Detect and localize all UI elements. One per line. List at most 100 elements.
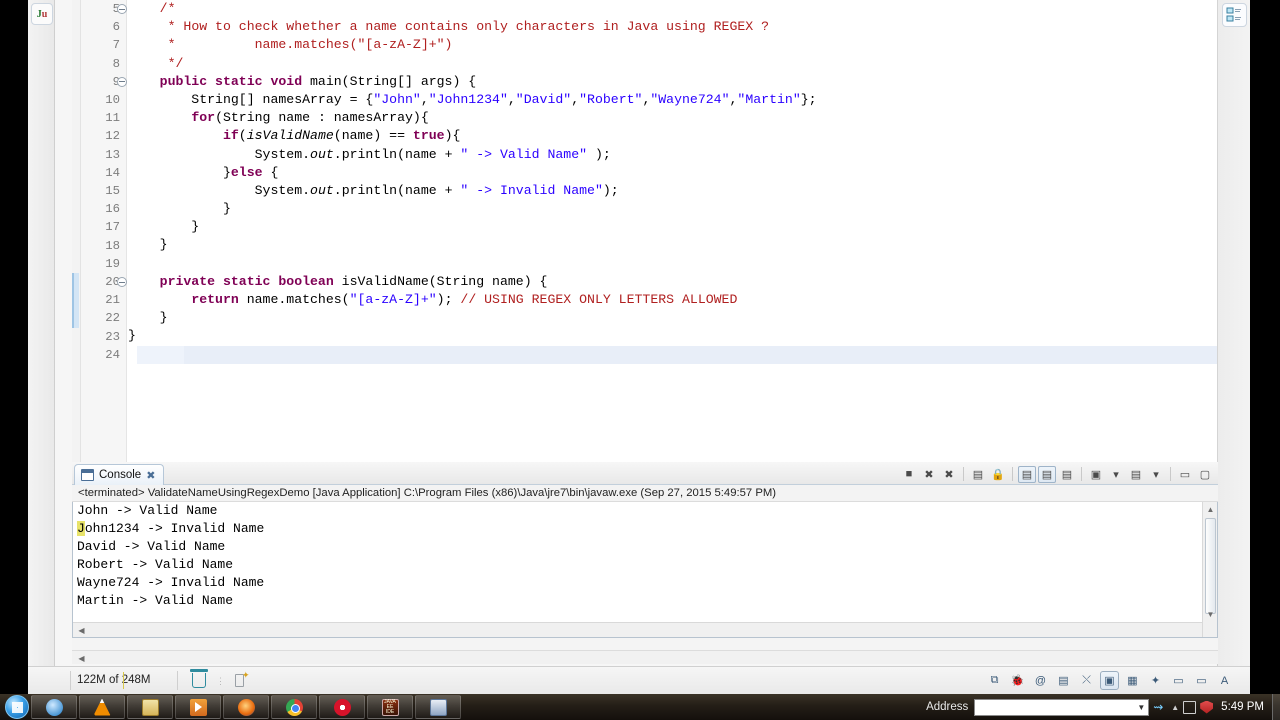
console-vertical-scrollbar[interactable]: ▲ ▼ [1202, 502, 1217, 637]
console-caret-highlight: J [77, 521, 85, 536]
tab-console[interactable]: Console ✖ [74, 464, 165, 485]
line-number: 18 [105, 238, 120, 253]
run-garbage-collector-button[interactable] [190, 669, 208, 688]
open-console-dropdown[interactable]: ▾ [1147, 466, 1165, 483]
console-view: Console ✖ ■ ✖ ✖ ▤ 🔒 ▤ ▤ ▤ ▣ ▾ ▤ ▾ ▭ ▢ <terminated> Va… [72, 462, 1218, 658]
database-perspective-icon[interactable]: ▭ [1192, 671, 1211, 690]
taskbar-java-ee-ide[interactable]: JAVA EE IDE [367, 695, 413, 719]
taskbar-chrome[interactable] [271, 695, 317, 719]
taskbar-notepad[interactable] [127, 695, 173, 719]
code-token: ); [602, 182, 619, 198]
code-token: ){ [444, 128, 461, 144]
minimize-view-button[interactable]: ▭ [1176, 466, 1194, 483]
debug-bug-icon[interactable]: ✦ [1146, 671, 1165, 690]
show-hidden-icons-icon[interactable]: ▲ [1171, 703, 1179, 712]
outline-view-icon[interactable] [1222, 3, 1247, 27]
taskbar-media-player[interactable] [175, 695, 221, 719]
editor-code-area[interactable]: /* * How to check whether a name contain… [128, 0, 1217, 462]
clear-console-button[interactable]: ▤ [969, 466, 987, 483]
taskbar-eclipse[interactable] [415, 695, 461, 719]
change-marker-bar [72, 273, 79, 328]
start-orb[interactable] [5, 695, 29, 719]
line-number: 15 [105, 184, 120, 198]
debug-perspective-icon[interactable]: 🐞 [1008, 671, 1027, 690]
junit-view-icon[interactable]: Ju [31, 3, 53, 25]
security-shield-icon[interactable] [1200, 700, 1214, 714]
console-scroll-thumb[interactable] [1205, 518, 1216, 614]
line-number: 12 [105, 129, 120, 144]
java-ee-perspective-icon[interactable]: ▦ [1123, 671, 1142, 690]
more-perspectives-icon[interactable]: A [1215, 671, 1234, 690]
taskbar-firefox-icon [237, 698, 255, 716]
taskbar-vlc-media-player-icon [93, 698, 111, 716]
maximize-view-button[interactable]: ▢ [1196, 466, 1214, 483]
show-console-on-error-button[interactable]: ▤ [1038, 465, 1056, 483]
taskbar-vlc-media-player[interactable] [79, 695, 125, 719]
console-output-line: Martin -> Valid Name [77, 593, 234, 608]
taskbar-clock[interactable]: 5:49 PM [1217, 701, 1272, 713]
taskbar-internet-explorer-icon [45, 698, 63, 716]
code-line: }else { [128, 164, 1217, 182]
java-browsing-icon[interactable]: ▭ [1169, 671, 1188, 690]
code-line: private static boolean isValidName(Strin… [128, 273, 1217, 291]
heap-status[interactable]: 122M of 248M [70, 671, 178, 690]
code-token: .println(name + [333, 182, 461, 198]
network-icon[interactable] [1183, 700, 1197, 714]
show-console-on-output-button[interactable]: ▤ [1018, 465, 1036, 483]
scroll-up-arrow[interactable]: ▲ [1203, 505, 1217, 514]
scroll-down-arrow[interactable]: ▼ [1203, 610, 1217, 619]
line-number: 5 [81, 0, 127, 18]
close-icon[interactable]: ✖ [146, 469, 155, 482]
console-output-lines: John -> Valid Name John1234 -> Invalid Na… [73, 502, 1217, 610]
code-token: , [571, 91, 580, 107]
taskbar-opera-icon [333, 698, 351, 716]
console-icon [81, 469, 94, 481]
taskbar-eclipse-icon [429, 698, 447, 716]
address-input[interactable]: ▼ [974, 698, 1150, 716]
java-editor[interactable]: 5 6 7 8 9 10 11 12 13 14 15 16 17 18 19 20 21 22 23 24 /* *… [72, 0, 1218, 462]
left-fast-view-bar: Ju [28, 0, 55, 694]
console-output-area[interactable]: John -> Valid Name John1234 -> Invalid Na… [72, 502, 1218, 638]
remove-launch-button[interactable]: ✖ [920, 466, 938, 483]
taskbar-opera[interactable] [319, 695, 365, 719]
toolbar-separator [963, 467, 964, 481]
code-line: * How to check whether a name contains o… [128, 18, 1217, 36]
line-number: 21 [105, 293, 120, 308]
view-bottom-scroll-strip[interactable]: ◀ [72, 650, 1218, 664]
code-token: } [128, 201, 231, 217]
resource-perspective-icon[interactable]: ▤ [1054, 671, 1073, 690]
fold-collapse-icon[interactable] [117, 277, 127, 287]
fold-collapse-icon[interactable] [117, 4, 127, 14]
code-token: "David" [515, 91, 572, 107]
chevron-down-icon[interactable]: ▼ [1137, 703, 1148, 712]
view-scroll-left-arrow[interactable]: ◀ [74, 654, 89, 663]
remove-all-terminated-button[interactable]: ✖ [940, 466, 958, 483]
code-line: public static void main(String[] args) { [128, 73, 1217, 91]
scroll-left-arrow[interactable]: ◀ [74, 626, 89, 635]
perspective-open-icon[interactable]: ⧉ [985, 671, 1004, 690]
status-bar: 122M of 248M ⋮ ⧉🐞@▤⤬▣▦✦▭▭A [28, 666, 1250, 694]
code-token: "Wayne724" [650, 91, 730, 107]
terminate-button[interactable]: ■ [900, 466, 918, 483]
address-go-icon[interactable]: ⇝ [1149, 700, 1167, 714]
pin-console-button[interactable]: ▤ [1058, 466, 1076, 483]
email-perspective-icon[interactable]: @ [1031, 671, 1050, 690]
open-console-button[interactable]: ▤ [1127, 466, 1145, 483]
right-fast-view-bar [1217, 0, 1250, 694]
team-sync-perspective-icon[interactable]: ⤬ [1077, 671, 1096, 690]
display-selected-dropdown[interactable]: ▾ [1107, 466, 1125, 483]
fold-collapse-icon[interactable] [117, 76, 127, 87]
line-number: 13 [105, 147, 120, 162]
show-desktop-button[interactable] [1272, 694, 1280, 720]
taskbar-firefox[interactable] [223, 695, 269, 719]
java-perspective-icon[interactable]: ▣ [1100, 671, 1119, 690]
taskbar-internet-explorer[interactable] [31, 695, 77, 719]
code-token: } [128, 219, 200, 235]
console-horizontal-scrollbar[interactable]: ◀ [73, 622, 1202, 637]
scroll-lock-button[interactable]: 🔒 [989, 466, 1007, 483]
code-line: * name.matches("[a-zA-Z]+") [128, 36, 1217, 54]
display-selected-console-button[interactable]: ▣ [1087, 466, 1105, 483]
